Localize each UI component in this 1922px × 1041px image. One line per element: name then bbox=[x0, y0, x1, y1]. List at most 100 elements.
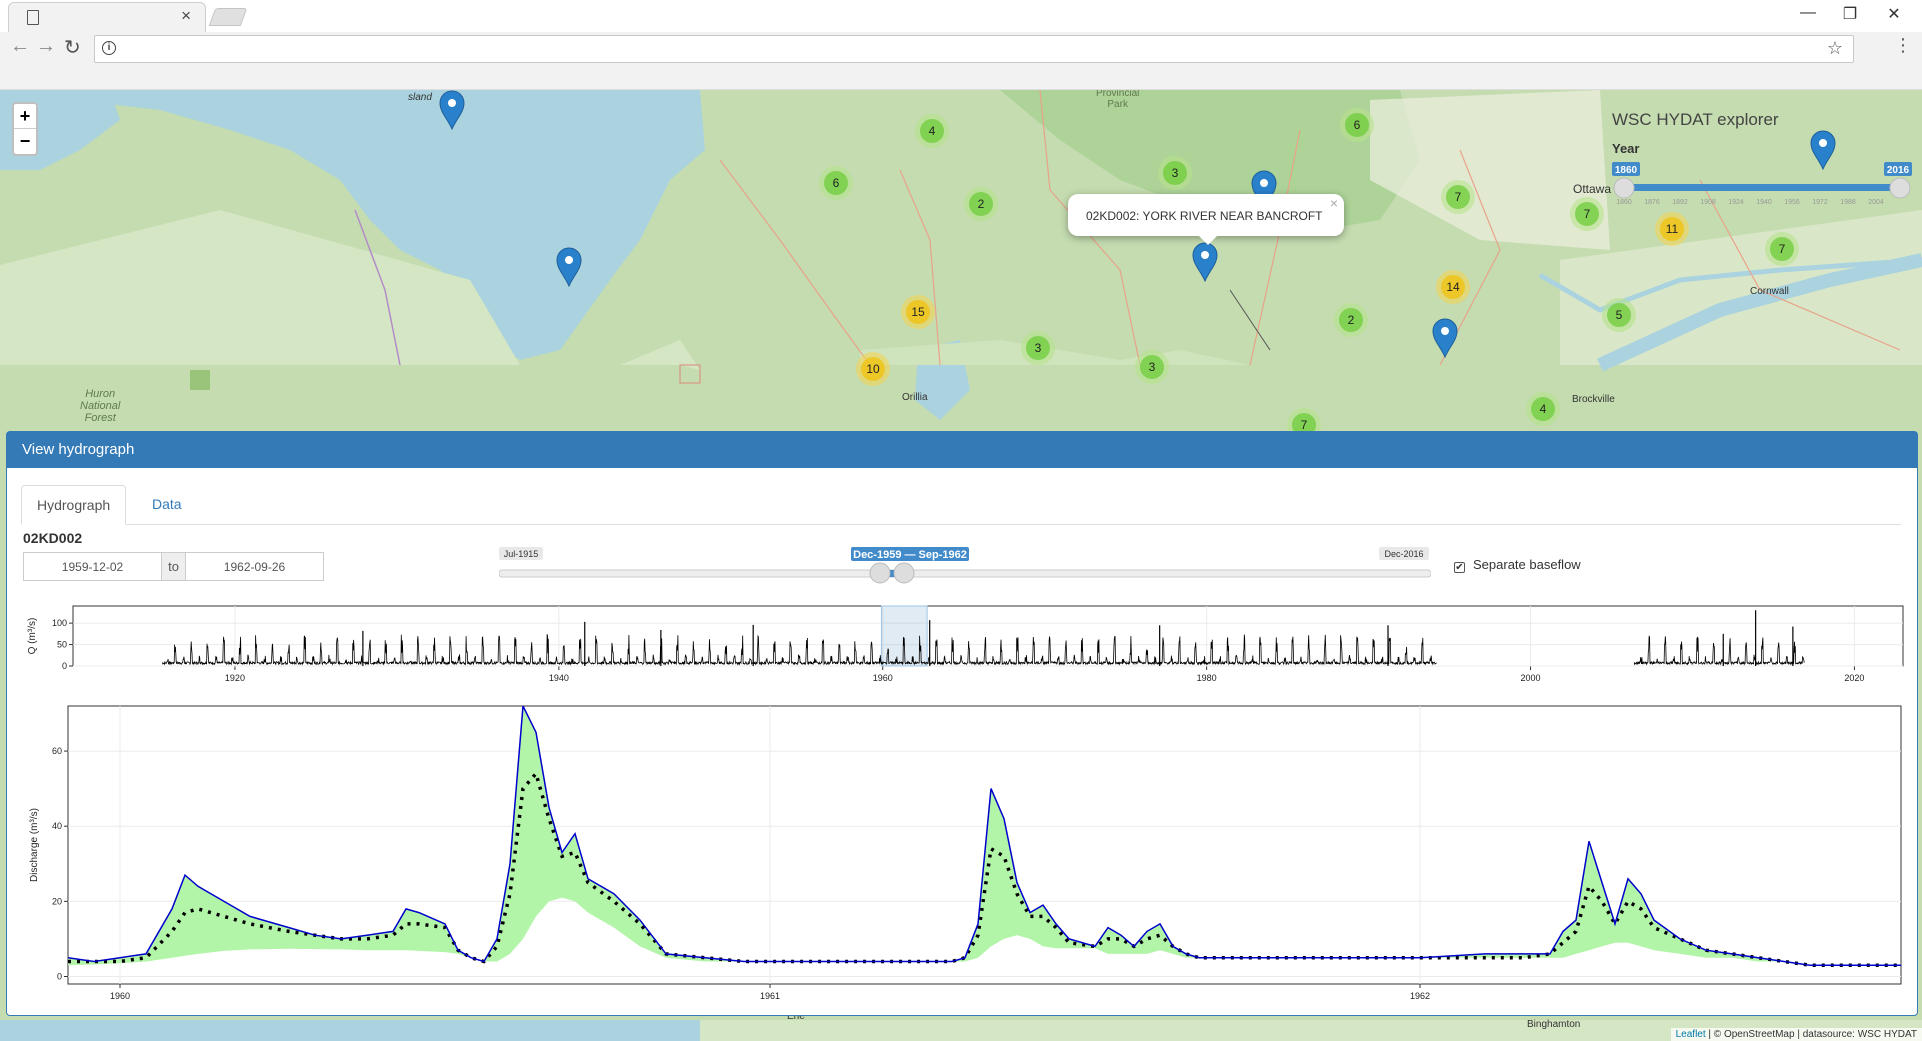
range-end-handle[interactable] bbox=[893, 562, 915, 584]
bookmark-star-icon[interactable]: ☆ bbox=[1827, 38, 1843, 59]
forward-arrow-icon[interactable]: → bbox=[36, 35, 56, 58]
time-range-slider[interactable]: Jul-1915 Dec-2016 Dec-1959 — Sep-1962 bbox=[499, 545, 1431, 589]
close-window-button[interactable]: ✕ bbox=[1874, 4, 1914, 24]
year-label: Year bbox=[1612, 141, 1640, 156]
page-icon bbox=[27, 10, 39, 25]
place-label: sland bbox=[408, 92, 432, 103]
year-tick-label: 1876 bbox=[1644, 199, 1660, 206]
zoom-in-button[interactable]: + bbox=[14, 104, 36, 129]
year-tick-label: 1972 bbox=[1812, 199, 1828, 206]
hydrograph-chart[interactable]: 1960 1961 1962 0 20 40 60 Discharge (m³/s) bbox=[23, 704, 1905, 1010]
map-marker-icon[interactable] bbox=[1432, 318, 1458, 358]
year-tick-label: 1988 bbox=[1840, 199, 1856, 206]
overview-x-tick-label: 2000 bbox=[1521, 673, 1541, 683]
panel-title: View hydrograph bbox=[7, 432, 1917, 468]
cluster-marker[interactable]: 6 bbox=[1340, 108, 1374, 142]
leaflet-link[interactable]: Leaflet bbox=[1676, 1029, 1706, 1040]
place-label: Ottawa bbox=[1573, 182, 1612, 196]
range-start-handle[interactable] bbox=[869, 562, 891, 584]
tab-data[interactable]: Data bbox=[137, 485, 197, 525]
overview-chart[interactable]: 1920 1940 1960 1980 2000 2020 0 50 100 Q (m³/s) bbox=[23, 604, 1905, 686]
panel-tabs: Hydrograph Data bbox=[21, 485, 1901, 525]
range-track bbox=[499, 569, 1431, 578]
year-slider[interactable]: 1860 1876 1892 1908 1924 1940 1956 1972 1988 2004… bbox=[1612, 160, 1912, 210]
overview-y-tick-label: 0 bbox=[62, 661, 67, 671]
map-marker-icon[interactable] bbox=[439, 90, 465, 130]
station-popup: 02KD002: YORK RIVER NEAR BANCROFT × bbox=[1068, 194, 1344, 245]
cluster-marker[interactable]: 7 bbox=[1765, 232, 1799, 266]
overview-x-tick-label: 1960 bbox=[873, 673, 893, 683]
year-slider-bar bbox=[1622, 184, 1902, 191]
date-from-input[interactable] bbox=[23, 552, 162, 581]
map-land-ottawa bbox=[1560, 210, 1922, 365]
browser-menu-icon[interactable]: ⋮ bbox=[1894, 35, 1912, 56]
minimize-button[interactable]: — bbox=[1788, 4, 1828, 22]
year-max-text: 2016 bbox=[1887, 165, 1910, 176]
checkbox-label: Separate baseflow bbox=[1473, 557, 1581, 572]
close-tab-icon[interactable]: × bbox=[181, 6, 191, 26]
overview-y-axis-label: Q (m³/s) bbox=[27, 618, 38, 655]
overview-x-tick-label: 1940 bbox=[549, 673, 569, 683]
cluster-marker[interactable]: 3 bbox=[1021, 331, 1055, 365]
browser-titlebar: × — ❐ ✕ bbox=[0, 0, 1922, 32]
cluster-marker[interactable]: 6 bbox=[819, 166, 853, 200]
cluster-marker[interactable]: 10 bbox=[856, 352, 890, 386]
lake-erie bbox=[0, 1020, 700, 1041]
cluster-marker[interactable]: 3 bbox=[1158, 156, 1192, 190]
year-min-text: 1860 bbox=[1615, 165, 1638, 176]
year-max-handle[interactable] bbox=[1889, 177, 1911, 199]
cluster-marker[interactable]: 3 bbox=[1135, 350, 1169, 384]
year-tick-label: 1940 bbox=[1756, 199, 1772, 206]
place-label: Brockville bbox=[1572, 394, 1615, 405]
cluster-marker[interactable]: 14 bbox=[1436, 270, 1470, 304]
year-slider-ticks: 1860 1876 1892 1908 1924 1940 1956 1972 1988 2004 bbox=[1616, 199, 1884, 206]
popup-tip bbox=[1198, 235, 1218, 245]
overview-y-tick-label: 100 bbox=[52, 618, 67, 628]
x-tick-label: 1961 bbox=[760, 991, 780, 1001]
rail-line bbox=[1229, 289, 1271, 351]
separate-baseflow-checkbox[interactable]: ✔ Separate baseflow bbox=[1454, 557, 1581, 573]
restore-button[interactable]: ❐ bbox=[1830, 4, 1870, 24]
place-label: Provincial Park bbox=[1096, 90, 1140, 110]
y-tick-label: 60 bbox=[52, 746, 62, 756]
cluster-marker[interactable]: 4 bbox=[1526, 392, 1560, 426]
overview-y-tick-label: 50 bbox=[57, 640, 67, 650]
checkbox-check-icon[interactable]: ✔ bbox=[1454, 562, 1465, 573]
overview-x-tick-label: 1980 bbox=[1197, 673, 1217, 683]
map-park-small bbox=[190, 370, 210, 390]
info-icon[interactable]: i bbox=[102, 41, 116, 55]
cluster-marker[interactable]: 7 bbox=[1441, 180, 1475, 214]
map-land-east bbox=[860, 340, 1250, 365]
place-label: Binghamton bbox=[1527, 1019, 1581, 1030]
cluster-marker[interactable]: 2 bbox=[964, 187, 998, 221]
map-marker-icon[interactable] bbox=[1192, 242, 1218, 282]
tab-hydrograph[interactable]: Hydrograph bbox=[21, 485, 127, 525]
cluster-marker[interactable]: 2 bbox=[1334, 303, 1368, 337]
cluster-marker[interactable]: 11 bbox=[1655, 212, 1689, 246]
year-min-handle[interactable] bbox=[1613, 177, 1635, 199]
cluster-marker[interactable]: 15 bbox=[901, 295, 935, 329]
popup-text: 02KD002: YORK RIVER NEAR BANCROFT bbox=[1086, 209, 1323, 223]
year-tick-label: 1924 bbox=[1728, 199, 1744, 206]
range-min-text: Jul-1915 bbox=[504, 549, 539, 559]
cluster-marker[interactable]: 7 bbox=[1570, 197, 1604, 231]
place-label: Cornwall bbox=[1750, 286, 1789, 297]
cluster-marker[interactable]: 4 bbox=[915, 114, 949, 148]
map-marker-icon[interactable] bbox=[556, 247, 582, 287]
address-bar[interactable]: i ☆ bbox=[94, 35, 1854, 63]
map-attribution: Leaflet | © OpenStreetMap | datasource: … bbox=[1670, 1028, 1922, 1041]
back-arrow-icon[interactable]: ← bbox=[10, 35, 30, 58]
year-tick-label: 1956 bbox=[1784, 199, 1800, 206]
zoom-out-button[interactable]: − bbox=[14, 129, 36, 154]
browser-toolbar: ← → ↻ i ☆ ⋮ bbox=[0, 32, 1922, 90]
new-tab-button[interactable] bbox=[208, 8, 248, 26]
cluster-marker[interactable]: 5 bbox=[1602, 298, 1636, 332]
browser-tab[interactable]: × bbox=[8, 2, 206, 32]
overview-x-tick-label: 2020 bbox=[1844, 673, 1864, 683]
popup-close-icon[interactable]: × bbox=[1330, 195, 1338, 211]
x-tick-label: 1960 bbox=[110, 991, 130, 1001]
overview-x-tick-label: 1920 bbox=[225, 673, 245, 683]
hydrograph-panel: View hydrograph Hydrograph Data 02KD002 … bbox=[6, 431, 1918, 1016]
reload-icon[interactable]: ↻ bbox=[64, 35, 81, 60]
date-to-input[interactable] bbox=[185, 552, 324, 581]
